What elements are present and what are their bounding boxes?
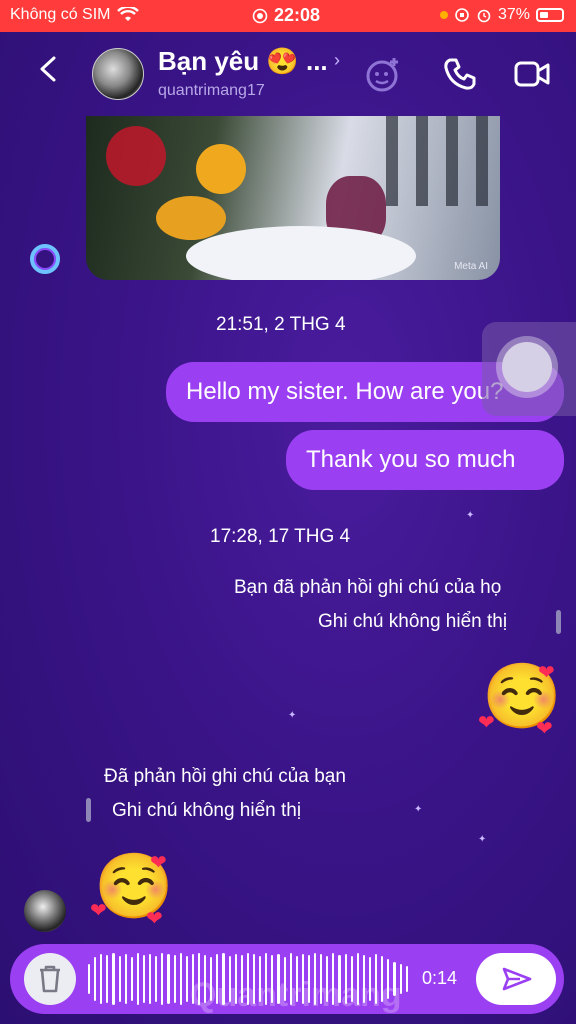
quote-bar — [556, 610, 561, 634]
contact-username[interactable]: quantrimang17 — [158, 82, 265, 100]
waveform-bar — [94, 957, 97, 1001]
waveform-bar — [405, 966, 408, 992]
wifi-icon — [116, 7, 139, 21]
waveform-bar — [155, 956, 158, 1002]
image-watermark: Meta AI — [454, 261, 488, 272]
sent-message-bubble[interactable]: Thank you so much — [286, 430, 564, 490]
effects-icon[interactable] — [364, 54, 404, 94]
video-call-icon[interactable] — [512, 54, 552, 94]
waveform-bar — [112, 953, 115, 1005]
heart-icon: ❤ — [478, 712, 495, 734]
heart-icon: ❤ — [538, 662, 555, 684]
battery-icon — [536, 8, 564, 22]
privacy-dot-icon — [439, 11, 448, 19]
waveform-bar — [167, 954, 170, 1004]
waveform-bar — [161, 953, 164, 1005]
waveform-bar — [124, 954, 127, 1004]
image-message[interactable]: Meta AI — [86, 116, 500, 280]
quote-bar — [86, 798, 91, 822]
battery-percent: 37% — [497, 6, 530, 23]
trash-icon — [40, 965, 60, 993]
rotation-lock-icon — [455, 8, 469, 22]
contact-name[interactable]: Bạn yêu 😍 ... — [158, 46, 328, 77]
send-icon — [502, 967, 532, 991]
note-unavailable-text: Ghi chú không hiển thị — [318, 611, 508, 632]
send-button[interactable] — [476, 953, 556, 1005]
timestamp: 17:28, 17 THG 4 — [210, 526, 351, 547]
waveform-bar — [179, 953, 182, 1005]
waveform-bar — [136, 953, 139, 1005]
heart-icon: ❤ — [536, 718, 553, 740]
contact-avatar[interactable] — [92, 48, 144, 100]
heart-icon: ❤ — [146, 908, 163, 930]
waveform-bar — [173, 955, 176, 1003]
back-chevron-icon[interactable] — [34, 54, 64, 84]
timestamp: 21:51, 2 THG 4 — [216, 314, 346, 335]
note-reply-status: Bạn đã phản hồi ghi chú của họ — [234, 577, 502, 598]
meta-ai-icon — [30, 244, 60, 274]
sparkle-icon: ✦ — [478, 834, 487, 845]
waveform-bar — [106, 955, 109, 1003]
note-unavailable-text: Ghi chú không hiển thị — [112, 800, 302, 821]
alarm-icon — [477, 9, 491, 23]
delete-recording-button[interactable] — [24, 953, 76, 1005]
assistive-touch-button[interactable] — [482, 322, 576, 416]
watermark-text: Quantrimang — [190, 976, 402, 1014]
note-reply-status: Đã phản hồi ghi chú của bạn — [104, 766, 346, 787]
waveform-bar — [149, 954, 152, 1004]
chevron-right-icon[interactable]: › — [334, 50, 340, 71]
waveform-bar — [185, 956, 188, 1002]
clock-time: 22:08 — [274, 5, 321, 25]
carrier-label: Không có SIM — [10, 6, 111, 23]
recording-duration: 0:14 — [422, 968, 458, 988]
status-bar: Không có SIM 22:08 37% — [0, 0, 576, 32]
phone-icon[interactable] — [440, 54, 480, 94]
recording-icon — [252, 8, 268, 23]
chat-header: Bạn yêu 😍 ... › quantrimang17 — [0, 32, 576, 116]
sparkle-icon: ✦ — [466, 510, 475, 521]
waveform-bar — [142, 955, 146, 1003]
waveform-bar — [118, 956, 121, 1002]
sparkle-icon: ✦ — [414, 804, 423, 815]
waveform-bar — [130, 957, 133, 1001]
contact-small-avatar[interactable] — [24, 890, 66, 932]
sparkle-icon: ✦ — [288, 710, 297, 721]
waveform-bar — [100, 954, 103, 1004]
heart-icon: ❤ — [150, 852, 167, 874]
heart-icon: ❤ — [90, 900, 107, 922]
waveform-bar — [88, 964, 91, 994]
